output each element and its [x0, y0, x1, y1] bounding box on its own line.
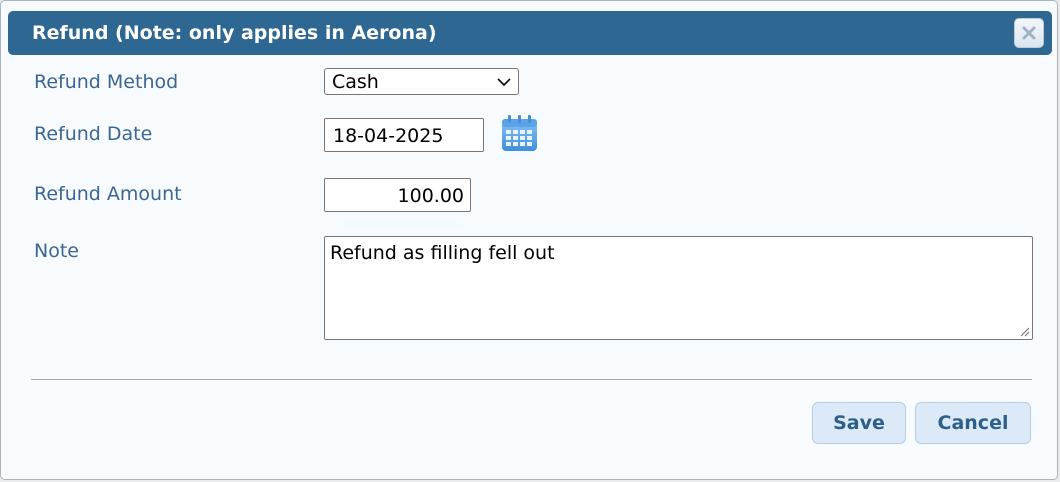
refund-dialog: Refund (Note: only applies in Aerona) Re… — [0, 0, 1058, 480]
close-button[interactable] — [1014, 18, 1044, 48]
refund-method-value: Cash — [332, 71, 379, 93]
dialog-title: Refund (Note: only applies in Aerona) — [32, 22, 437, 44]
note-textarea[interactable]: Refund as filling fell out — [324, 236, 1033, 340]
resize-grip-icon[interactable] — [1018, 325, 1030, 337]
refund-amount-input[interactable]: 100.00 — [324, 178, 471, 212]
refund-amount-value: 100.00 — [397, 185, 464, 207]
refund-date-value: 18-04-2025 — [333, 125, 444, 147]
cancel-button[interactable]: Cancel — [915, 402, 1031, 444]
divider — [31, 379, 1032, 380]
chevron-down-icon — [497, 78, 511, 87]
dialog-titlebar: Refund (Note: only applies in Aerona) — [8, 11, 1052, 55]
note-label: Note — [34, 240, 79, 262]
refund-date-input[interactable]: 18-04-2025 — [324, 118, 484, 152]
refund-date-label: Refund Date — [34, 123, 153, 145]
refund-method-select[interactable]: Cash — [324, 68, 519, 95]
close-icon — [1022, 26, 1036, 40]
refund-method-label: Refund Method — [34, 71, 179, 93]
save-button[interactable]: Save — [812, 402, 906, 444]
calendar-icon[interactable] — [500, 114, 539, 153]
note-value: Refund as filling fell out — [330, 242, 555, 264]
refund-amount-label: Refund Amount — [34, 183, 182, 205]
